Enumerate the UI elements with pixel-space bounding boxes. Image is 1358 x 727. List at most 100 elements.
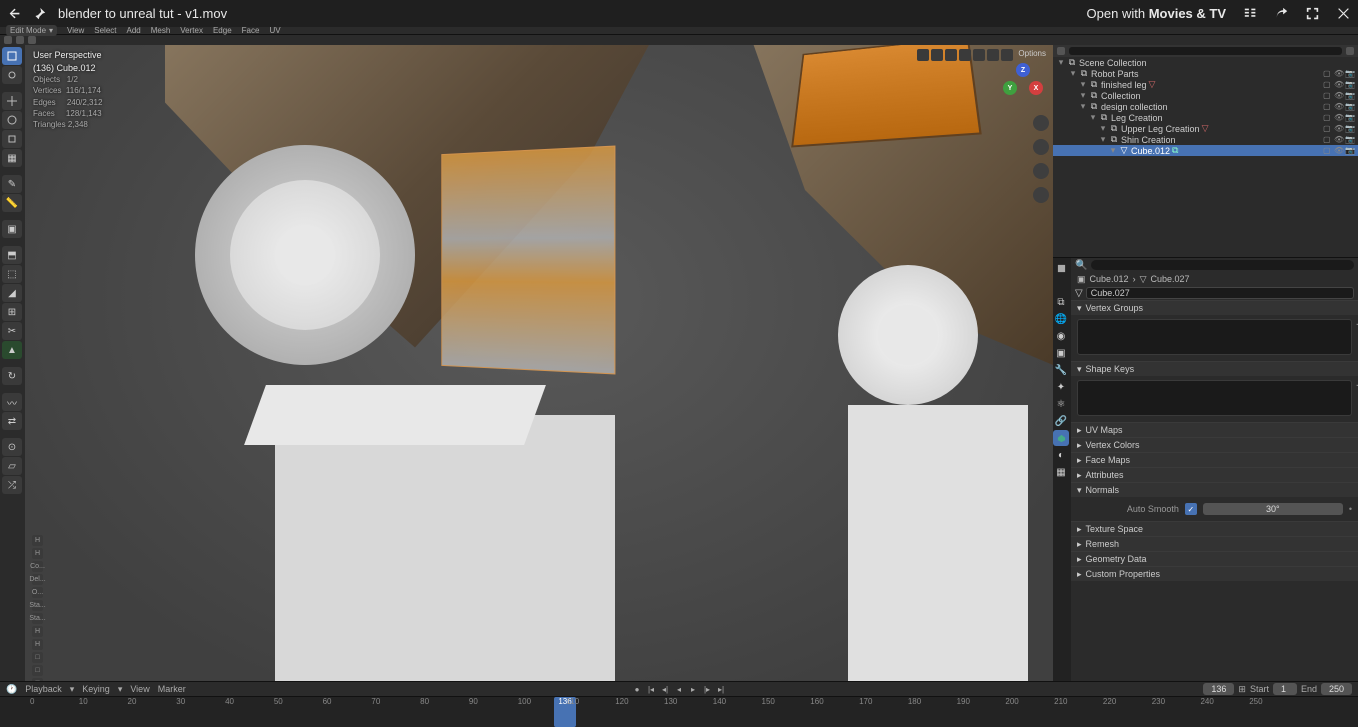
- tool-edgeslide[interactable]: ⇄: [2, 412, 22, 430]
- tool-smooth[interactable]: 〰: [2, 393, 22, 411]
- open-with-button[interactable]: Open with Movies & TV: [1087, 6, 1226, 21]
- outliner-row-4[interactable]: ▾⧉Leg Creation▢👁📷: [1053, 112, 1358, 123]
- close-icon[interactable]: [1337, 7, 1350, 20]
- back-icon[interactable]: [8, 7, 21, 20]
- mini-1[interactable]: H: [32, 548, 43, 559]
- vertex-groups-list[interactable]: +: [1077, 319, 1352, 355]
- zoom-icon[interactable]: [1033, 115, 1049, 131]
- section-uv-maps[interactable]: ▸ UV Maps: [1071, 423, 1358, 437]
- outliner-row-1[interactable]: ▾⧉finished leg ▽▢👁📷: [1053, 79, 1358, 90]
- tab-particles[interactable]: ✦: [1053, 379, 1069, 395]
- section-face-maps[interactable]: ▸ Face Maps: [1071, 453, 1358, 467]
- menu-vertex[interactable]: Vertex: [180, 26, 203, 35]
- axis-x-icon[interactable]: X: [1029, 81, 1043, 95]
- mesh-name-input[interactable]: [1086, 287, 1354, 299]
- shading-solid-icon[interactable]: [973, 49, 985, 61]
- tool-loopcut[interactable]: ⊞: [2, 303, 22, 321]
- fullscreen-icon[interactable]: [1306, 7, 1319, 20]
- shape-keys-list[interactable]: +: [1077, 380, 1352, 416]
- pin-icon[interactable]: [33, 7, 46, 20]
- menu-face[interactable]: Face: [242, 26, 260, 35]
- shading-wire-icon[interactable]: [959, 49, 971, 61]
- end-frame[interactable]: 250: [1321, 683, 1352, 695]
- tool-annotate[interactable]: ✎: [2, 175, 22, 193]
- camera-view-icon[interactable]: [1033, 163, 1049, 179]
- mini-4[interactable]: O...: [32, 587, 43, 598]
- tab-material[interactable]: ◐: [1053, 447, 1069, 463]
- outliner-row-0[interactable]: ▾⧉Robot Parts▢👁📷: [1053, 68, 1358, 79]
- tool-knife[interactable]: ✂: [2, 322, 22, 340]
- menu-mesh[interactable]: Mesh: [151, 26, 171, 35]
- auto-smooth-angle[interactable]: 30°: [1203, 503, 1343, 515]
- tool-inset[interactable]: ⬚: [2, 265, 22, 283]
- axis-y-icon[interactable]: Y: [1003, 81, 1017, 95]
- tab-data[interactable]: [1053, 430, 1069, 446]
- orientation-icon[interactable]: [4, 36, 12, 44]
- outliner-filter-icon[interactable]: [1346, 47, 1354, 55]
- auto-smooth-checkbox[interactable]: ✓: [1185, 503, 1197, 515]
- outliner-row-2[interactable]: ▾⧉Collection▢👁📷: [1053, 90, 1358, 101]
- tool-extrude[interactable]: ⬒: [2, 246, 22, 264]
- pan-icon[interactable]: [1033, 139, 1049, 155]
- tab-scene[interactable]: 🌐: [1053, 311, 1069, 327]
- tab-physics[interactable]: ⚛: [1053, 396, 1069, 412]
- tool-select-box[interactable]: [2, 47, 22, 65]
- mini-9[interactable]: □: [32, 652, 43, 663]
- outliner-display-icon[interactable]: [1057, 47, 1065, 55]
- tool-rip[interactable]: ⤮: [2, 476, 22, 494]
- tl-menu-playback[interactable]: Playback: [25, 684, 62, 694]
- mini-11[interactable]: □: [32, 678, 43, 681]
- current-frame[interactable]: 136: [1203, 683, 1234, 695]
- section-remesh[interactable]: ▸ Remesh: [1071, 537, 1358, 551]
- mini-7[interactable]: H: [32, 626, 43, 637]
- tool-polybuild[interactable]: ▲: [2, 341, 22, 359]
- 3d-viewport[interactable]: User Perspective (136) Cube.012 Objects …: [25, 45, 1053, 681]
- menu-view[interactable]: View: [67, 26, 84, 35]
- section-vertex-groups[interactable]: ▾ Vertex Groups: [1071, 301, 1358, 315]
- menu-edge[interactable]: Edge: [213, 26, 232, 35]
- perspective-toggle-icon[interactable]: [1033, 187, 1049, 203]
- start-frame[interactable]: 1: [1273, 683, 1297, 695]
- tab-viewlayer[interactable]: ⧉: [1053, 294, 1069, 310]
- keyframe-dot-icon[interactable]: •: [1349, 504, 1352, 514]
- section-normals[interactable]: ▾ Normals: [1071, 483, 1358, 497]
- tab-texture[interactable]: ▦: [1053, 464, 1069, 480]
- tl-menu-view[interactable]: View: [130, 684, 149, 694]
- tool-scale[interactable]: [2, 130, 22, 148]
- outliner-root[interactable]: ▾⧉Scene Collection: [1053, 57, 1358, 68]
- mini-5[interactable]: Sta...: [32, 600, 43, 611]
- tab-world[interactable]: ◉: [1053, 328, 1069, 344]
- tool-cursor[interactable]: [2, 66, 22, 84]
- mini-2[interactable]: Co...: [32, 561, 43, 572]
- preview-range-icon[interactable]: ⊞: [1238, 684, 1246, 695]
- jump-end-icon[interactable]: ▸|: [715, 683, 727, 695]
- pivot-icon[interactable]: [16, 36, 24, 44]
- section-custom-props[interactable]: ▸ Custom Properties: [1071, 567, 1358, 581]
- tab-render[interactable]: [1053, 260, 1069, 276]
- tool-rotate[interactable]: [2, 111, 22, 129]
- axis-z-icon[interactable]: Z: [1016, 63, 1030, 77]
- autokey-icon[interactable]: ●: [631, 683, 643, 695]
- snap-icon[interactable]: [28, 36, 36, 44]
- timeline-editor-icon[interactable]: 🕐: [6, 684, 17, 695]
- share-icon[interactable]: [1275, 7, 1288, 20]
- tool-move[interactable]: [2, 92, 22, 110]
- shading-rendered-icon[interactable]: [1001, 49, 1013, 61]
- outliner-row-6[interactable]: ▾⧉Shin Creation▢👁📷: [1053, 134, 1358, 145]
- tool-shear[interactable]: ▱: [2, 457, 22, 475]
- mini-8[interactable]: H: [32, 639, 43, 650]
- nav-gizmo[interactable]: X Y Z: [1003, 63, 1041, 101]
- menu-add[interactable]: Add: [126, 26, 140, 35]
- section-shape-keys[interactable]: ▾ Shape Keys: [1071, 362, 1358, 376]
- play-icon[interactable]: ▸: [687, 683, 699, 695]
- overlay-icon[interactable]: [931, 49, 943, 61]
- keyframe-next-icon[interactable]: |▸: [701, 683, 713, 695]
- playlist-icon[interactable]: [1244, 7, 1257, 20]
- mini-10[interactable]: □: [32, 665, 43, 676]
- tool-bevel[interactable]: ◢: [2, 284, 22, 302]
- options-dropdown[interactable]: Options: [1015, 49, 1049, 61]
- tl-menu-marker[interactable]: Marker: [158, 684, 186, 694]
- properties-search[interactable]: [1091, 260, 1354, 270]
- outliner-search[interactable]: [1069, 47, 1342, 55]
- xray-icon[interactable]: [945, 49, 957, 61]
